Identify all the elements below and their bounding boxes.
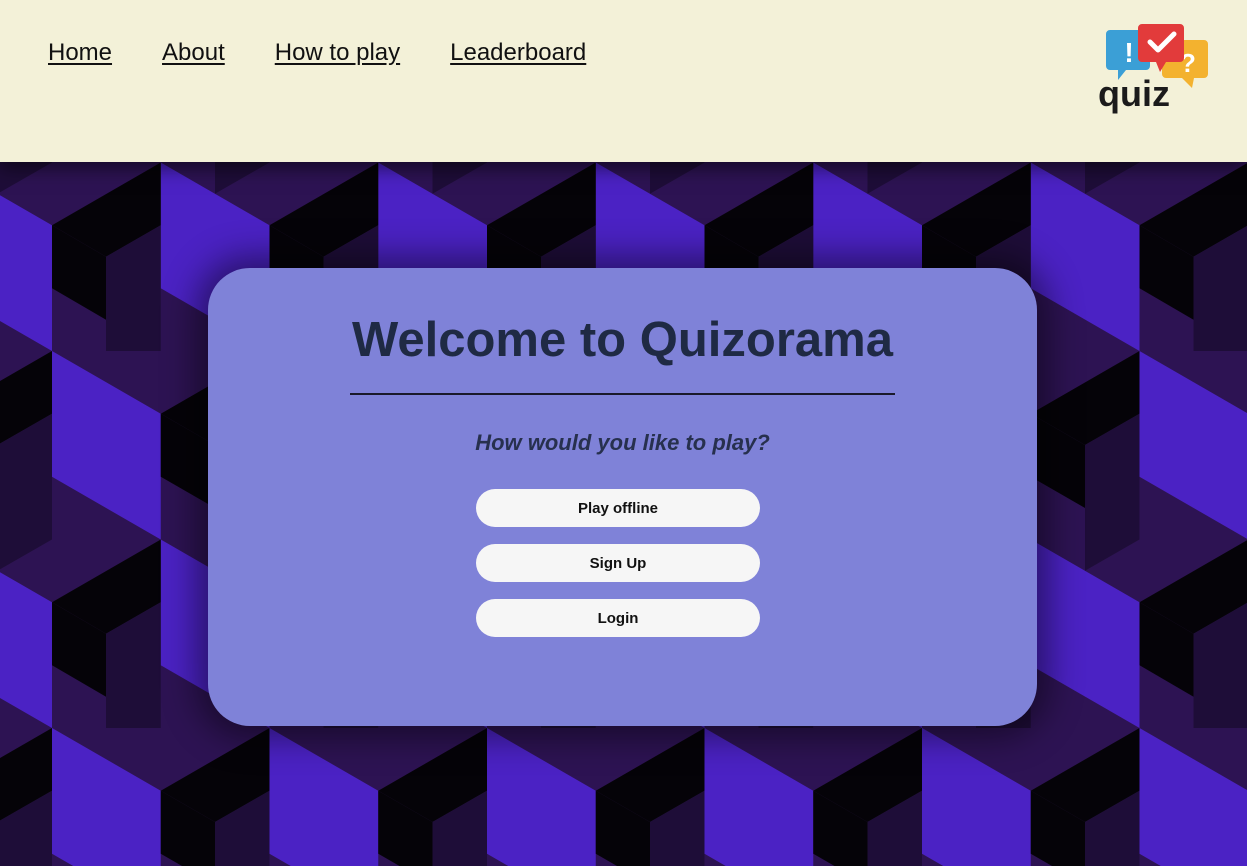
nav-link-leaderboard[interactable]: Leaderboard <box>450 36 586 70</box>
login-button[interactable]: Login <box>476 599 760 637</box>
welcome-card: Welcome to Quizorama How would you like … <box>208 268 1037 726</box>
title-divider <box>350 393 895 395</box>
nav-link-about[interactable]: About <box>162 36 225 70</box>
page-title: Welcome to Quizorama <box>352 313 893 367</box>
top-navbar: Home About How to play Leaderboard ! ? q… <box>0 0 1247 162</box>
nav-link-how-to-play[interactable]: How to play <box>275 36 400 70</box>
logo-exclamation: ! <box>1124 37 1133 68</box>
main-nav: Home About How to play Leaderboard <box>48 36 586 70</box>
quiz-logo[interactable]: ! ? quiz <box>1096 22 1212 116</box>
logo-wordmark: quiz <box>1098 73 1170 114</box>
play-offline-button[interactable]: Play offline <box>476 489 760 527</box>
nav-link-home[interactable]: Home <box>48 36 112 70</box>
sign-up-button[interactable]: Sign Up <box>476 544 760 582</box>
play-mode-prompt: How would you like to play? <box>475 430 770 455</box>
